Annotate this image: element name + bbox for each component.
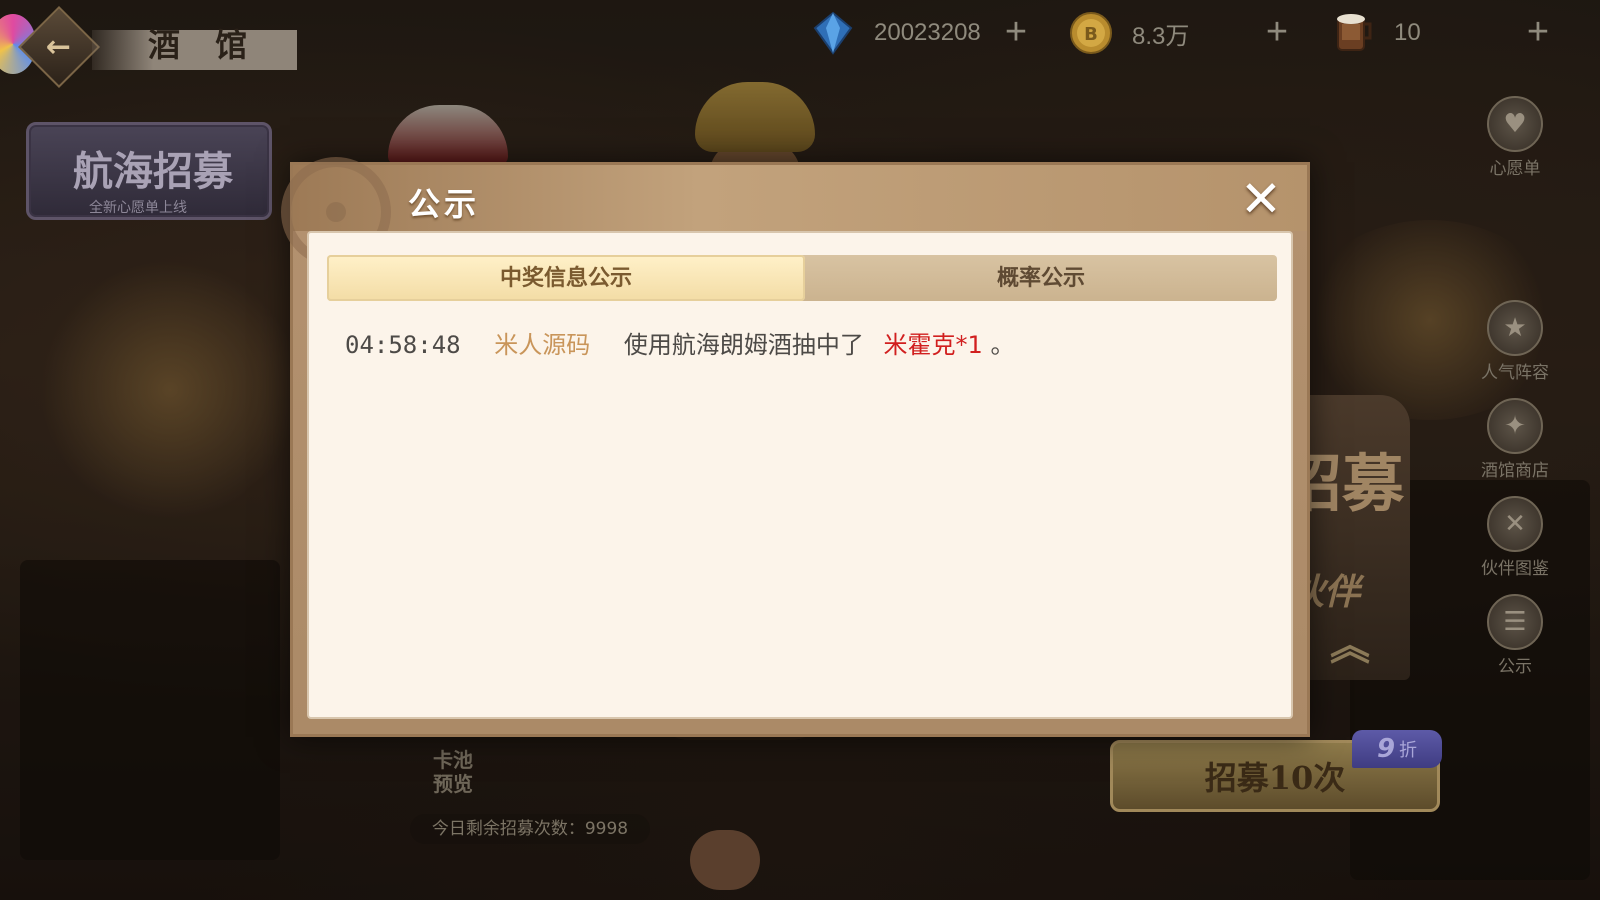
- rum-currency: 10: [1330, 8, 1421, 58]
- announcement-label: 公示: [1498, 657, 1532, 677]
- record-player: 米人源码: [494, 331, 591, 359]
- popular-lineup-label: 人气阵容: [1481, 363, 1549, 383]
- discount-unit: 折: [1399, 740, 1418, 761]
- remaining-recruits: 今日剩余招募次数：9998: [410, 814, 650, 844]
- voyage-recruit-tab[interactable]: 航海招募 全新心愿单上线: [26, 122, 272, 220]
- record-action: 使用航海朗姆酒抽中了: [623, 331, 864, 359]
- close-icon: ✕: [1240, 170, 1282, 228]
- recruit-tab-subtitle: 全新心愿单上线: [89, 200, 187, 216]
- announcement-modal: 公示 ✕ 中奖信息公示 概率公示 04:58:48 米人源码 使用航海朗姆酒抽中…: [281, 157, 1310, 737]
- diamond-icon: [813, 11, 853, 55]
- list-item: 04:58:48 米人源码 使用航海朗姆酒抽中了 米霍克*1 。: [345, 325, 1014, 360]
- star-flag-icon: ★: [1487, 300, 1543, 356]
- pool-preview-button[interactable]: 卡池 预览: [418, 748, 488, 808]
- gold-count: 8.3万: [1132, 22, 1190, 50]
- tavern-shop-button[interactable]: ✦ 酒馆商店: [1470, 398, 1560, 488]
- svg-text:B: B: [1084, 24, 1098, 45]
- modal-title: 公示: [408, 185, 481, 223]
- wishlist-label: 心愿单: [1489, 159, 1541, 179]
- diamond-count: 20023208: [874, 19, 981, 46]
- wishlist-button[interactable]: ♥ 心愿单: [1470, 96, 1560, 186]
- announcement-button[interactable]: ☰ 公示: [1470, 594, 1560, 684]
- record-period: 。: [990, 331, 1015, 359]
- gold-coin-icon: B: [1070, 12, 1112, 54]
- partner-codex-label: 伙伴图鉴: [1481, 559, 1549, 579]
- recruit-10-label: 招募10次: [1204, 759, 1346, 797]
- popular-lineup-button[interactable]: ★ 人气阵容: [1470, 300, 1560, 390]
- tab-winning-info[interactable]: 中奖信息公示: [327, 255, 805, 301]
- book-icon: ✕: [1487, 496, 1543, 552]
- list-icon: ☰: [1487, 594, 1543, 650]
- modal-content-panel: 中奖信息公示 概率公示 04:58:48 米人源码 使用航海朗姆酒抽中了 米霍克…: [307, 231, 1293, 719]
- tavern-shop-label: 酒馆商店: [1481, 461, 1549, 481]
- diamond-currency: 20023208: [810, 8, 981, 58]
- partner-codex-button[interactable]: ✕ 伙伴图鉴: [1470, 496, 1560, 586]
- arrow-left-icon: ←: [46, 29, 72, 65]
- tab-probability[interactable]: 概率公示: [805, 255, 1277, 301]
- modal-tabs: 中奖信息公示 概率公示: [327, 255, 1277, 301]
- add-rum-button[interactable]: +: [1518, 12, 1558, 52]
- recruit-tab-title: 航海招募: [73, 148, 233, 195]
- heart-icon: ♥: [1487, 96, 1543, 152]
- close-button[interactable]: ✕: [1237, 174, 1285, 224]
- add-diamond-button[interactable]: +: [996, 12, 1036, 52]
- page-title: 酒 馆: [148, 26, 260, 64]
- record-prize: 米霍克*1: [883, 331, 983, 359]
- discount-number: 9: [1376, 734, 1396, 764]
- rum-mug-icon: [1337, 14, 1372, 51]
- add-gold-button[interactable]: +: [1257, 12, 1297, 52]
- chevron-up-icon: ︽: [1330, 623, 1370, 669]
- gold-currency: B 8.3万: [1068, 8, 1189, 58]
- pool-preview-line-1: 卡池: [433, 748, 473, 772]
- rum-count: 10: [1394, 19, 1421, 46]
- discount-badge: 9 折: [1352, 730, 1442, 768]
- shop-bag-icon: ✦: [1487, 398, 1543, 454]
- record-time: 04:58:48: [345, 331, 461, 359]
- pool-preview-line-2: 预览: [433, 772, 473, 796]
